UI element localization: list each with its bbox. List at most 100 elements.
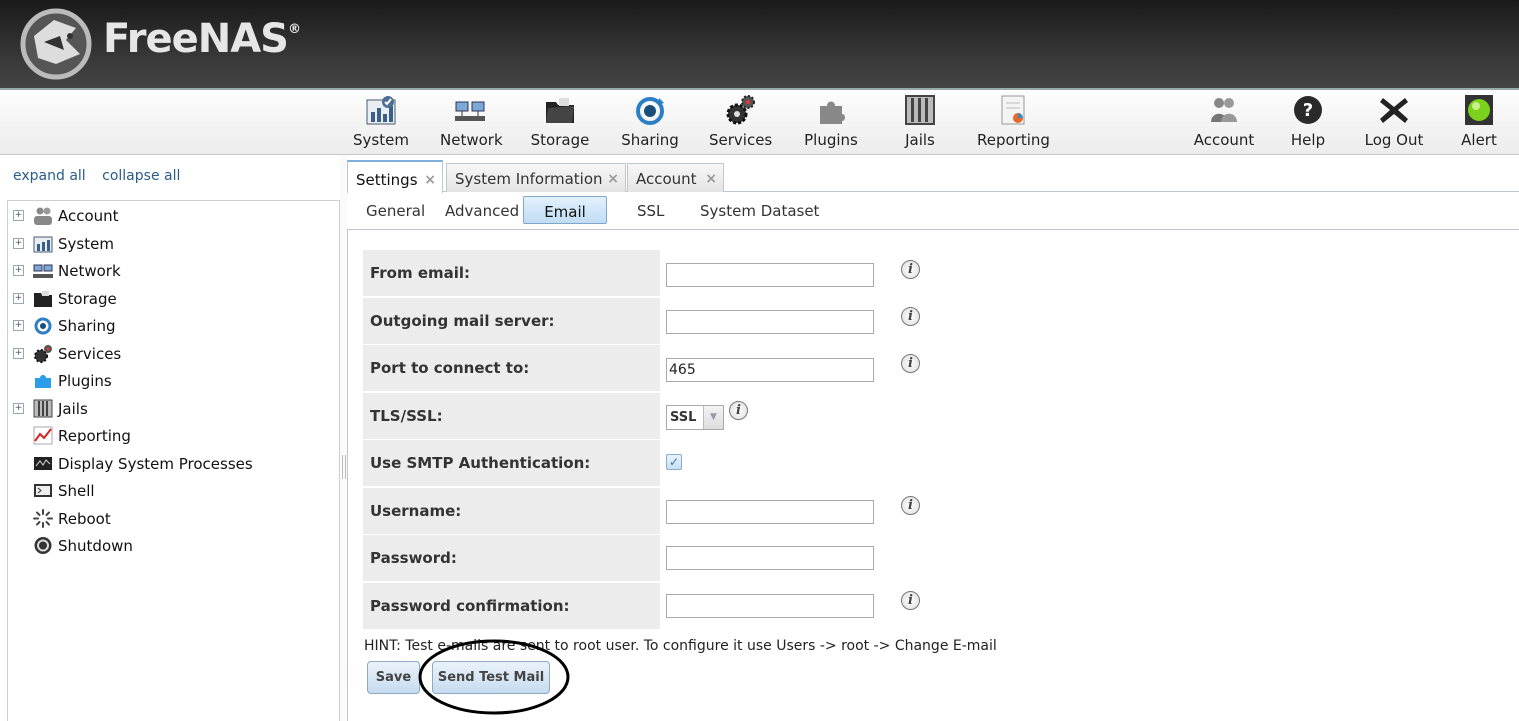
subtab-system-dataset[interactable]: System Dataset: [700, 202, 819, 220]
expand-icon[interactable]: +: [13, 210, 24, 221]
sidebar-item-label: Shutdown: [58, 537, 133, 555]
save-button[interactable]: Save: [367, 661, 420, 694]
toolbar-help-button[interactable]: ? Help: [1288, 94, 1328, 152]
toolbar-account-button[interactable]: Account: [1193, 94, 1255, 152]
subtab-email[interactable]: Email: [523, 196, 607, 224]
tab-label: Account: [636, 170, 697, 188]
users-icon: [1211, 98, 1237, 122]
users-icon: [34, 207, 52, 225]
main-toolbar: System Network Storage Sharing Services: [0, 88, 1519, 155]
network-icon: [455, 101, 485, 121]
tab-system-information[interactable]: System Information ×: [446, 163, 626, 192]
info-icon[interactable]: i: [901, 591, 920, 610]
gears-icon: [726, 95, 755, 125]
sidebar-item-display-system-processes[interactable]: Display System Processes: [8, 452, 328, 476]
sidebar-item-label: Shell: [58, 482, 95, 500]
expand-icon[interactable]: +: [13, 265, 24, 276]
sidebar-item-storage[interactable]: + Storage: [8, 287, 328, 311]
toolbar-system-label: System: [353, 131, 409, 149]
chevron-down-icon[interactable]: ▼: [703, 406, 723, 429]
info-icon[interactable]: i: [901, 260, 920, 279]
sidebar-item-plugins[interactable]: Plugins: [8, 369, 328, 393]
close-icon[interactable]: ×: [705, 171, 717, 187]
toolbar-system-button[interactable]: System: [352, 94, 410, 152]
sidebar-item-account[interactable]: + Account: [8, 204, 328, 228]
toolbar-services-button[interactable]: Services: [709, 94, 772, 152]
sidebar-item-label: Plugins: [58, 372, 112, 390]
annotation-circle: [418, 639, 570, 715]
password-confirmation-label: Password confirmation:: [363, 583, 660, 629]
pane-splitter[interactable]: [340, 155, 347, 721]
expand-icon[interactable]: +: [13, 403, 24, 414]
expand-icon[interactable]: +: [13, 238, 24, 249]
sidebar-item-label: Reporting: [58, 427, 131, 445]
sidebar-item-shell[interactable]: Shell: [8, 479, 328, 503]
toolbar-reporting-button[interactable]: Reporting: [977, 94, 1050, 152]
sidebar-item-system[interactable]: + System: [8, 232, 328, 256]
outgoing-mail-server-field[interactable]: [666, 310, 874, 334]
info-icon[interactable]: i: [901, 496, 920, 515]
password-label: Password:: [363, 535, 660, 581]
logout-x-icon: [1380, 98, 1408, 123]
sidebar-item-label: System: [58, 235, 114, 253]
password-confirmation-field[interactable]: [666, 594, 874, 618]
close-icon[interactable]: ×: [424, 172, 436, 188]
jails-icon: [33, 399, 53, 418]
toolbar-jails-button[interactable]: Jails: [900, 94, 940, 152]
tab-account[interactable]: Account ×: [627, 163, 724, 192]
toolbar-plugins-button[interactable]: Plugins: [803, 94, 859, 152]
info-icon[interactable]: i: [901, 307, 920, 326]
sidebar-item-reporting[interactable]: Reporting: [8, 424, 328, 448]
reboot-spinner-icon: [33, 509, 53, 528]
toolbar-storage-label: Storage: [530, 131, 590, 149]
outgoing-mail-server-row: Outgoing mail server: i: [363, 298, 1519, 344]
expand-icon[interactable]: +: [13, 320, 24, 331]
sidebar-item-jails[interactable]: + Jails: [8, 397, 328, 421]
expand-icon[interactable]: +: [13, 348, 24, 359]
port-field[interactable]: 465: [666, 358, 874, 382]
username-row: Username: i: [363, 488, 1519, 534]
tab-label: System Information: [455, 170, 603, 188]
info-icon[interactable]: i: [729, 401, 748, 420]
subtab-advanced[interactable]: Advanced: [445, 202, 519, 220]
toolbar-alert-button[interactable]: Alert: [1459, 94, 1499, 152]
toolbar-network-button[interactable]: Network: [440, 94, 503, 152]
shell-terminal-icon: [34, 484, 52, 497]
plugins-icon: [820, 101, 845, 124]
collapse-all-link[interactable]: collapse all: [102, 168, 180, 184]
expand-icon[interactable]: +: [13, 293, 24, 304]
info-icon[interactable]: i: [901, 354, 920, 373]
username-label: Username:: [363, 488, 660, 534]
toolbar-sharing-button[interactable]: Sharing: [621, 94, 679, 152]
from-email-field[interactable]: [666, 263, 874, 287]
username-field[interactable]: [666, 500, 874, 524]
expand-all-link[interactable]: expand all: [13, 168, 86, 184]
smtp-auth-label: Use SMTP Authentication:: [363, 440, 660, 486]
password-field[interactable]: [666, 546, 874, 570]
tls-ssl-select[interactable]: SSL ▼: [666, 405, 724, 430]
close-icon[interactable]: ×: [607, 171, 619, 187]
tab-settings[interactable]: Settings ×: [347, 160, 443, 193]
subtab-general[interactable]: General: [366, 202, 425, 220]
tls-ssl-selected-value: SSL: [670, 410, 697, 425]
sidebar-item-label: Display System Processes: [58, 455, 253, 473]
sidebar-item-network[interactable]: + Network: [8, 259, 328, 283]
smtp-auth-checkbox[interactable]: ✓: [666, 454, 682, 470]
toolbar-network-label: Network: [440, 131, 503, 149]
sidebar-item-shutdown[interactable]: Shutdown: [8, 534, 328, 558]
system-chart-icon: [366, 96, 396, 125]
sidebar-item-sharing[interactable]: + Sharing: [8, 314, 328, 338]
sidebar-item-reboot[interactable]: Reboot: [8, 507, 328, 531]
password-confirmation-row: Password confirmation: i: [363, 583, 1519, 629]
port-row: Port to connect to: 465 i: [363, 345, 1519, 391]
sidebar-item-services[interactable]: + Services: [8, 342, 328, 366]
toolbar-storage-button[interactable]: Storage: [530, 94, 590, 152]
settings-subtabs: General Advanced Email SSL System Datase…: [347, 193, 1519, 230]
subtab-ssl[interactable]: SSL: [637, 202, 664, 220]
sharing-icon: [636, 97, 664, 125]
toolbar-logout-button[interactable]: Log Out: [1363, 94, 1425, 152]
folder-icon: [34, 291, 52, 307]
from-email-label: From email:: [363, 250, 660, 296]
sidebar-item-label: Jails: [58, 400, 88, 418]
report-icon: [1001, 95, 1025, 125]
